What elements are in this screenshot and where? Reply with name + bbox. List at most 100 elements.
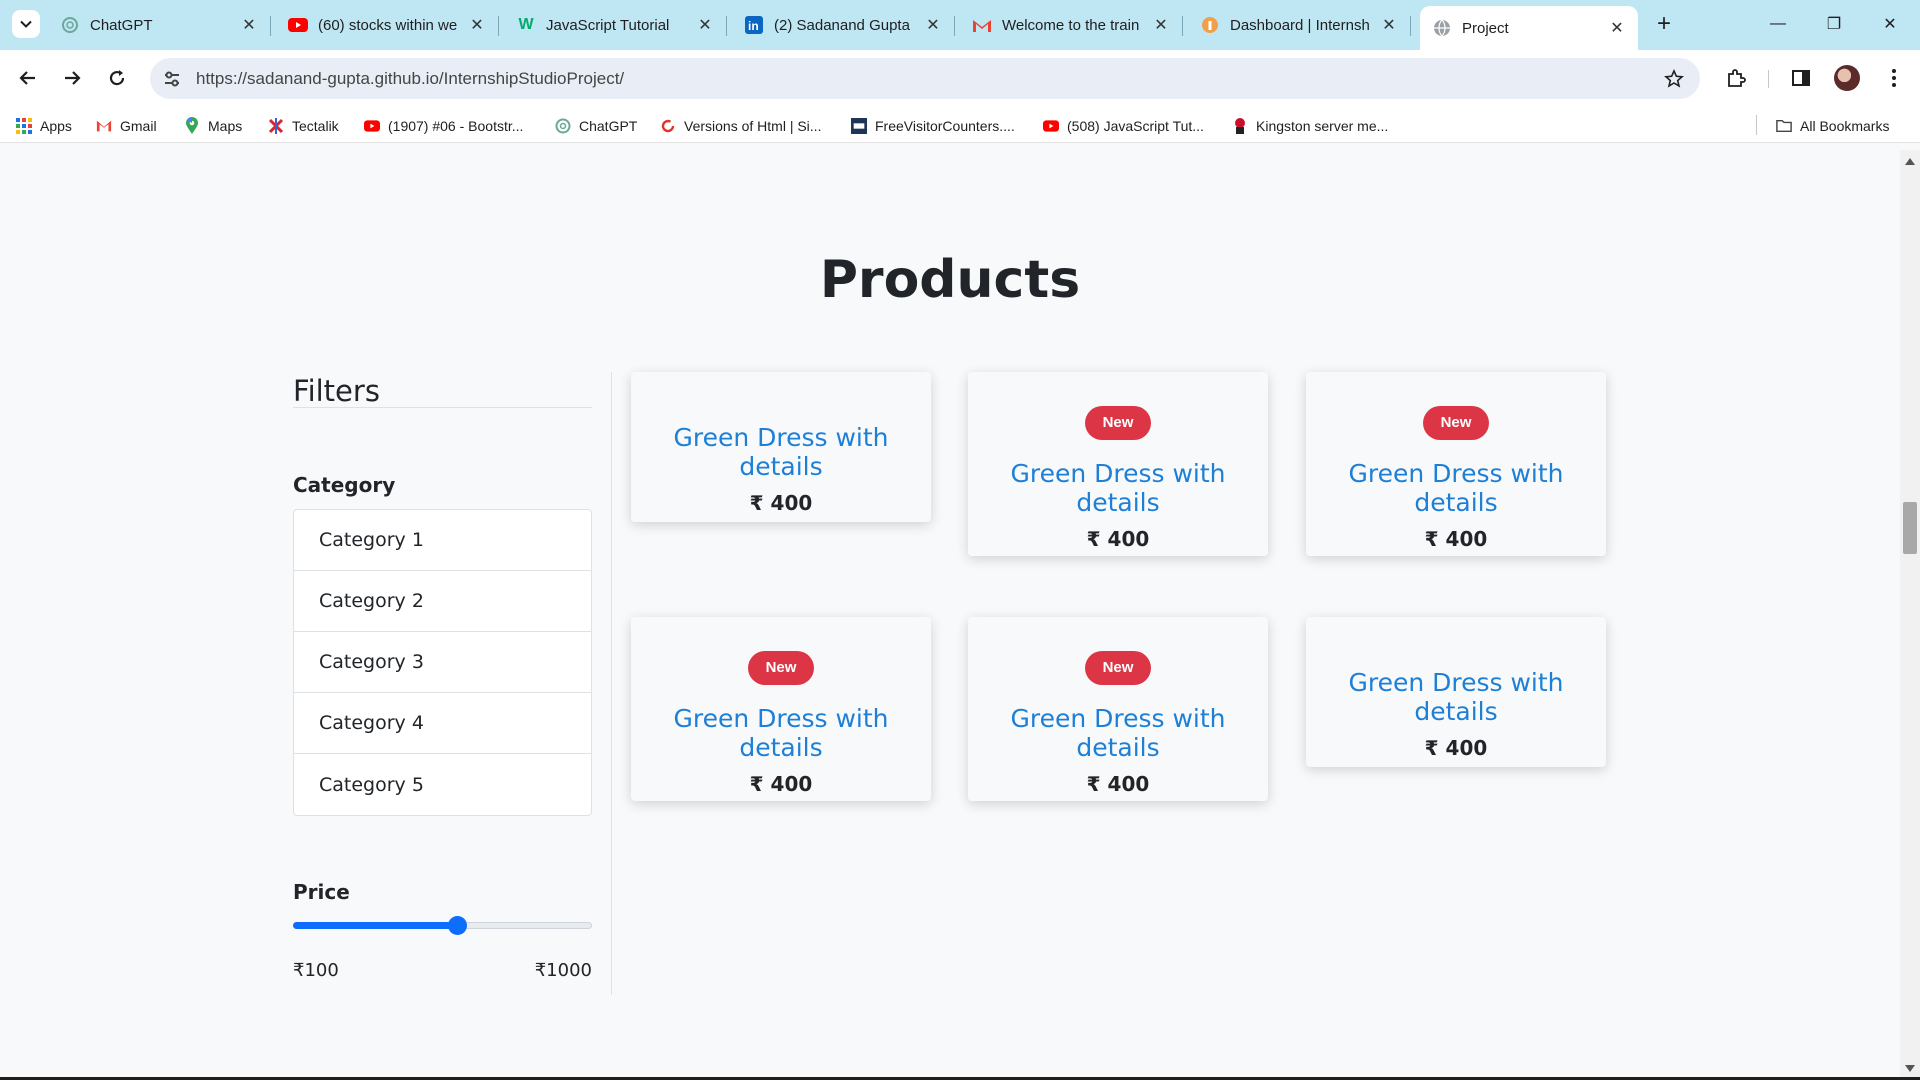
close-icon[interactable]: ✕ [1606, 17, 1628, 39]
price-range-slider[interactable] [293, 916, 592, 935]
product-card[interactable]: New Green Dress with details ₹ 400 [968, 617, 1268, 801]
internshala-icon [1200, 15, 1220, 35]
category-heading: Category [293, 473, 396, 497]
product-name-link[interactable]: Green Dress with details [1306, 459, 1606, 517]
tab-gmail[interactable]: Welcome to the train ✕ [960, 6, 1183, 44]
youtube-icon [1043, 118, 1059, 134]
reload-button[interactable] [101, 62, 133, 94]
product-name-link[interactable]: Green Dress with details [968, 459, 1268, 517]
category-item-4[interactable]: Category 4 [294, 693, 591, 754]
browser-menu-button[interactable] [1878, 62, 1910, 94]
scroll-down-arrow-icon[interactable] [1905, 1065, 1915, 1072]
url-text: https://sadanand-gupta.github.io/Interns… [196, 69, 624, 89]
tectalik-icon [268, 118, 284, 134]
scrollbar-thumb[interactable] [1903, 502, 1917, 554]
tab-internshala[interactable]: Dashboard | Internsh ✕ [1188, 6, 1411, 44]
category-item-3[interactable]: Category 3 [294, 632, 591, 693]
product-card[interactable]: New Green Dress with details ₹ 400 [968, 372, 1268, 556]
close-icon[interactable]: ✕ [922, 14, 944, 36]
arrow-right-icon [65, 71, 81, 85]
close-window-button[interactable]: ✕ [1870, 8, 1910, 40]
tab-title: Welcome to the train [1002, 16, 1140, 34]
product-name-link[interactable]: Green Dress with details [968, 704, 1268, 762]
tab-javascript-tutorial[interactable]: W JavaScript Tutorial ✕ [504, 6, 727, 44]
youtube-icon [364, 118, 380, 134]
close-icon[interactable]: ✕ [1378, 14, 1400, 36]
slider-thumb[interactable] [448, 916, 467, 935]
profile-avatar[interactable] [1834, 65, 1860, 91]
filters-heading: Filters [293, 374, 380, 408]
bookmark-maps[interactable]: Maps [184, 115, 242, 137]
page-scrollbar[interactable] [1900, 150, 1920, 1080]
product-price: ₹ 400 [749, 772, 813, 796]
tab-project[interactable]: Project ✕ [1420, 6, 1638, 50]
tab-title: Project [1462, 19, 1509, 37]
bookmark-kingston[interactable]: Kingston server me... [1232, 115, 1388, 137]
tab-youtube-stocks[interactable]: (60) stocks within we ✕ [276, 6, 499, 44]
sidebar-vertical-divider [611, 372, 612, 995]
bookmark-bootstrap-video[interactable]: (1907) #06 - Bootstr... [364, 115, 523, 137]
tab-linkedin[interactable]: in (2) Sadanand Gupta ✕ [732, 6, 955, 44]
kebab-menu-icon [1892, 69, 1896, 87]
site-settings-icon[interactable] [162, 69, 182, 89]
slider-fill [293, 922, 457, 929]
chevron-down-icon [20, 20, 32, 28]
back-button[interactable] [12, 62, 44, 94]
w3schools-icon: W [518, 16, 534, 33]
bookmark-html-versions[interactable]: Versions of Html | Si... [660, 115, 821, 137]
product-card[interactable]: Green Dress with details ₹ 400 [631, 372, 931, 522]
minimize-button[interactable]: — [1758, 8, 1798, 40]
maps-pin-icon [184, 117, 200, 134]
category-item-2[interactable]: Category 2 [294, 571, 591, 632]
bookmarks-bar: Apps Gmail Maps Tectalik (1907) #06 - Bo… [0, 107, 1920, 143]
new-tab-button[interactable]: + [1650, 10, 1678, 38]
product-card[interactable]: New Green Dress with details ₹ 400 [1306, 372, 1606, 556]
extensions-button[interactable] [1720, 62, 1752, 94]
close-icon[interactable]: ✕ [466, 14, 488, 36]
new-badge: New [1422, 406, 1490, 440]
product-name-link[interactable]: Green Dress with details [631, 704, 931, 762]
product-card[interactable]: Green Dress with details ₹ 400 [1306, 617, 1606, 767]
bookmark-label: Gmail [120, 118, 157, 134]
product-card[interactable]: New Green Dress with details ₹ 400 [631, 617, 931, 801]
tab-title: (60) stocks within we [318, 16, 458, 34]
close-icon[interactable]: ✕ [1150, 14, 1172, 36]
bookmark-freevisitorcounters[interactable]: FreeVisitorCounters.... [851, 115, 1015, 137]
bookmark-chatgpt[interactable]: ChatGPT [555, 115, 637, 137]
product-name-link[interactable]: Green Dress with details [1306, 668, 1606, 726]
restore-button[interactable]: ❐ [1814, 8, 1854, 40]
bookmark-label: Maps [208, 118, 243, 134]
tab-chatgpt[interactable]: ChatGPT ✕ [48, 6, 271, 44]
bookmark-label: Tectalik [292, 118, 339, 134]
tab-search-button[interactable] [12, 10, 40, 38]
all-bookmarks-button[interactable]: All Bookmarks [1776, 115, 1889, 137]
bookmark-javascript-video[interactable]: (508) JavaScript Tut... [1043, 115, 1204, 137]
close-icon[interactable]: ✕ [694, 14, 716, 36]
folder-icon [1776, 118, 1792, 134]
forward-button[interactable] [56, 62, 88, 94]
page-title: Products [819, 250, 1081, 310]
tab-strip: ChatGPT ✕ (60) stocks within we ✕ W Java… [0, 0, 1920, 50]
bookmark-label: (1907) #06 - Bootstr... [388, 118, 524, 134]
bookmark-apps[interactable]: Apps [16, 115, 72, 137]
new-badge: New [1084, 406, 1152, 440]
arrow-left-icon [19, 71, 35, 85]
product-name-link[interactable]: Green Dress with details [631, 423, 931, 481]
bookmarks-divider [1756, 115, 1757, 135]
bookmark-star-icon[interactable] [1662, 67, 1686, 91]
category-item-1[interactable]: Category 1 [294, 510, 591, 571]
close-icon[interactable]: ✕ [238, 14, 260, 36]
bookmark-tectalik[interactable]: Tectalik [268, 115, 339, 137]
bookmark-gmail[interactable]: Gmail [96, 115, 157, 137]
chatgpt-icon [60, 15, 80, 35]
tab-title: (2) Sadanand Gupta [774, 16, 910, 34]
url-scheme: https:// [196, 69, 248, 88]
counter-icon [851, 118, 867, 134]
gmail-icon [972, 15, 992, 35]
address-bar[interactable]: https://sadanand-gupta.github.io/Interns… [150, 58, 1700, 99]
category-item-5[interactable]: Category 5 [294, 754, 591, 815]
side-panel-button[interactable] [1785, 62, 1817, 94]
scroll-up-arrow-icon[interactable] [1905, 158, 1915, 165]
side-panel-icon [1792, 70, 1810, 86]
reload-icon [109, 70, 125, 86]
